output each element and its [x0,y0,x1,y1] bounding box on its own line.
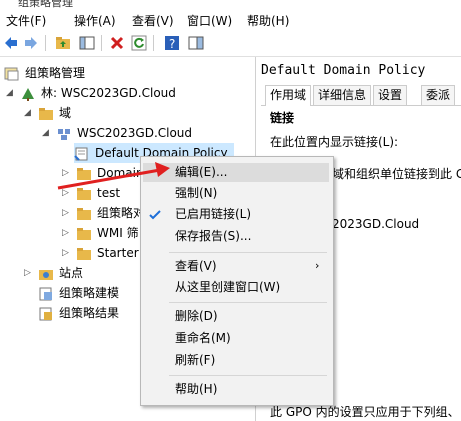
tree-domains[interactable]: 域 [38,103,71,123]
menu-item-help[interactable]: 帮助(H) [175,379,217,399]
menu-item-enforced[interactable]: 强制(N) [175,183,217,203]
tree-domain-label: WSC2023GD.Cloud [77,126,193,140]
properties-pane-icon[interactable] [188,35,204,51]
expand-arrow-icon[interactable]: ▷ [62,188,72,198]
menu-item-refresh[interactable]: 刷新(F) [175,350,215,370]
tree-gpo-objects-label: 组策略对 [97,206,146,220]
tree-forest-label: 林: WSC2023GD.Cloud [41,86,176,100]
back-arrow-icon[interactable] [3,35,19,51]
menu-help[interactable]: 帮助(H) [247,12,289,29]
menu-window[interactable]: 窗口(W) [187,12,232,29]
menu-item-delete[interactable]: 删除(D) [175,306,218,326]
context-menu: 编辑(E)... 强制(N) 已启用链接(L) 保存报告(S)... 查看(V)… [140,156,334,406]
menu-view[interactable]: 查看(V) [132,12,174,29]
tab-details[interactable]: 详细信息 [313,85,372,105]
expand-arrow-icon[interactable]: ▷ [62,208,72,218]
expand-arrow-icon[interactable]: ▷ [62,228,72,238]
tree-root[interactable]: 组策略管理 [4,63,85,83]
tab-settings[interactable]: 设置 [373,85,408,105]
links-heading: 链接 [270,111,295,125]
tree-starter-gpos[interactable]: Starter [76,243,139,263]
folder-icon [76,227,92,241]
show-hide-tree-icon[interactable] [79,35,95,51]
tree-starter-gpos-label: Starter [97,246,139,260]
menu-separator [169,375,327,376]
tree-modeling[interactable]: 组策略建模 [38,283,119,303]
delete-icon[interactable] [109,35,125,51]
domain-icon [56,127,72,141]
ou-folder-icon [76,187,92,201]
modeling-icon [38,287,54,301]
tree-results-label: 组策略结果 [59,306,120,320]
tab-delegation[interactable]: 委派 [421,85,456,105]
tree-wmi-filters[interactable]: WMI 筛 [76,223,139,243]
tree-domain[interactable]: WSC2023GD.Cloud [56,123,192,143]
toolbar: ? [0,30,461,57]
forest-icon [20,87,36,101]
collapse-arrow-icon[interactable]: ◢ [24,108,34,118]
folder-up-icon[interactable] [55,35,71,51]
link-location-cell[interactable]: 2023GD.Cloud [332,217,419,231]
menu-separator [169,302,327,303]
gpo-title: Default Domain Policy [261,63,426,78]
tree-test-label: test [97,186,121,200]
refresh-icon[interactable] [131,35,147,51]
menu-item-link-enabled[interactable]: 已启用链接(L) [175,204,251,224]
submenu-chevron-icon: › [315,259,320,272]
expand-arrow-icon[interactable]: ▷ [62,168,72,178]
menu-item-view[interactable]: 查看(V) [175,256,217,276]
menu-separator [169,252,327,253]
menu-file[interactable]: 文件(F) [6,12,46,29]
collapse-arrow-icon[interactable]: ◢ [6,88,16,98]
tree-test[interactable]: test [76,183,120,203]
tree-domain-controllers[interactable]: Domain [76,163,144,183]
sites-icon [38,267,54,281]
tab-strip: 作用域 详细信息 设置 委派 [261,85,461,106]
tree-sites[interactable]: 站点 [38,263,83,283]
location-label: 在此位置内显示链接(L): [270,135,399,149]
tab-scope[interactable]: 作用域 [265,85,312,106]
gpo-link-icon [74,147,90,161]
help-icon[interactable]: ? [164,35,180,51]
menu-item-rename[interactable]: 重命名(M) [175,328,231,348]
title-bar: 组策略管理 [0,0,461,8]
expand-arrow-icon[interactable]: ▷ [24,268,34,278]
tree-root-label: 组策略管理 [25,66,86,80]
menu-item-new-window[interactable]: 从这里创建窗口(W) [175,277,280,297]
tree-sites-label: 站点 [59,266,84,280]
menu-item-save-report[interactable]: 保存报告(S)... [175,226,251,246]
menu-action[interactable]: 操作(A) [74,12,116,29]
results-icon [38,307,54,321]
gpm-console-icon [4,67,20,81]
menu-hover-highlight [143,163,329,182]
checkmark-icon [149,210,161,220]
linked-info-text: 域和组织单位链接到此 G [332,167,461,181]
tree-forest[interactable]: 林: WSC2023GD.Cloud [20,83,176,103]
expand-arrow-icon[interactable]: ▷ [62,248,72,258]
menu-bar: 文件(F) 操作(A) 查看(V) 窗口(W) 帮助(H) [0,8,461,30]
ou-folder-icon [76,167,92,181]
tree-wmi-filters-label: WMI 筛 [97,226,139,240]
menu-item-edit[interactable]: 编辑(E)... [175,162,227,182]
window-title: 组策略管理 [18,0,73,8]
tree-domains-label: 域 [59,106,72,120]
domains-folder-icon [38,107,54,121]
forward-arrow-icon[interactable] [23,35,39,51]
tree-gpo-objects[interactable]: 组策略对 [76,203,145,223]
tree-domain-controllers-label: Domain [97,166,144,180]
folder-icon [76,207,92,221]
tree-results[interactable]: 组策略结果 [38,303,119,323]
collapse-arrow-icon[interactable]: ◢ [42,128,52,138]
tree-modeling-label: 组策略建模 [59,286,120,300]
folder-icon [76,247,92,261]
svg-text:?: ? [169,37,175,51]
